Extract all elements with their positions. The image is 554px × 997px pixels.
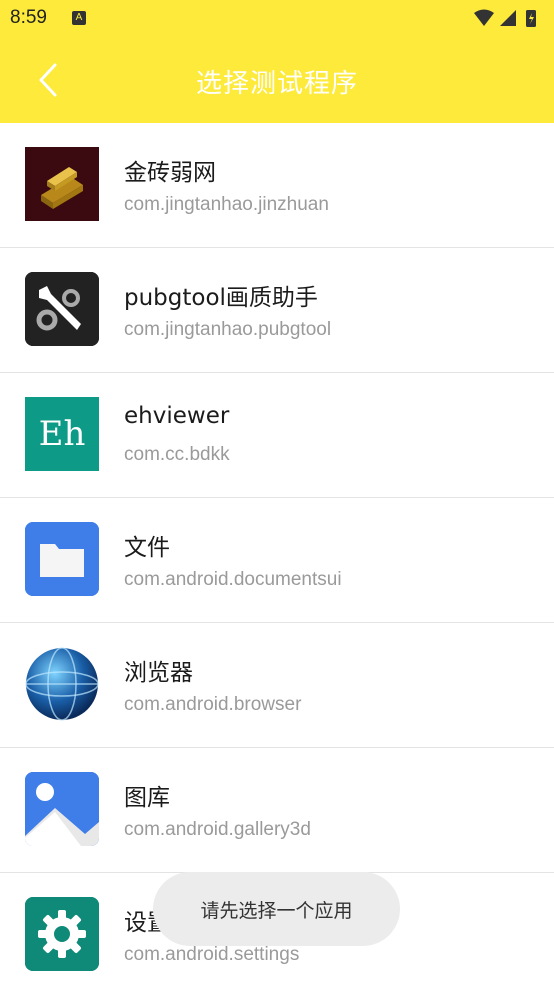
app-name: pubgtool画质助手 [124,285,318,311]
app-package: com.android.browser [124,694,302,715]
app-package: com.jingtanhao.pubgtool [124,319,332,340]
list-item-gallery[interactable]: 图库 com.android.gallery3d [0,748,554,873]
status-bar: 8:59 A [0,0,554,38]
toast-message: 请先选择一个应用 [153,872,400,946]
app-name: ehviewer [124,403,230,429]
app-package: com.android.documentsui [124,569,342,590]
app-package: com.android.settings [124,944,300,965]
app-package: com.cc.bdkk [124,444,230,465]
eh-icon-text: Eh [38,414,86,454]
list-item-browser[interactable]: 浏览器 com.android.browser [0,623,554,748]
gold-bar-icon [25,147,99,221]
list-item-ehviewer[interactable]: Eh ehviewer com.cc.bdkk [0,373,554,498]
app-name: 浏览器 [124,660,193,686]
system-status-icons [474,9,536,27]
folder-icon [25,522,99,596]
settings-gear-icon [25,897,99,971]
signal-icon [500,10,516,26]
app-name: 文件 [124,535,170,561]
status-time: 8:59 [10,7,47,28]
wifi-icon [474,9,494,26]
app-name: 图库 [124,785,170,811]
list-item-pubgtool[interactable]: pubgtool画质助手 com.jingtanhao.pubgtool [0,248,554,373]
wrench-gear-icon [25,272,99,346]
eh-icon: Eh [25,397,99,471]
list-item-documents[interactable]: 文件 com.android.documentsui [0,498,554,623]
notification-icon: A [72,11,86,25]
app-name: 金砖弱网 [124,160,216,186]
app-list: 金砖弱网 com.jingtanhao.jinzhuan pubgtool画质助… [0,123,554,997]
page-title: 选择测试程序 [195,69,358,99]
app-package: com.android.gallery3d [124,819,311,840]
list-item-jinzhuan[interactable]: 金砖弱网 com.jingtanhao.jinzhuan [0,123,554,248]
globe-icon [25,647,99,721]
gallery-icon [25,772,99,846]
app-bar: 选择测试程序 [0,38,554,123]
app-package: com.jingtanhao.jinzhuan [124,194,329,215]
